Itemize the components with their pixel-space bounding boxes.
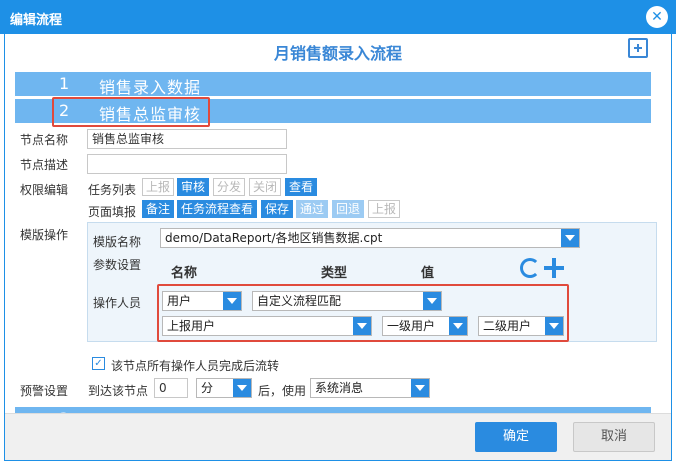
step-1[interactable]: 1 销售录入数据: [15, 72, 651, 97]
task-report-button[interactable]: 上报: [142, 178, 175, 196]
dialog-title: 编辑流程: [10, 13, 63, 28]
fill-remark-button[interactable]: 备注: [142, 200, 175, 218]
add-param-icon[interactable]: [544, 258, 564, 278]
add-panel-icon[interactable]: [628, 38, 648, 58]
dialog-footer: 确定 取消: [5, 413, 671, 460]
node-name-label: 节点名称: [20, 133, 69, 147]
warning-unit-select[interactable]: 分: [196, 378, 252, 398]
flow-after-all-checkbox[interactable]: ✓: [92, 357, 105, 370]
node-name-input[interactable]: 销售总监审核: [87, 129, 287, 149]
ok-button[interactable]: 确定: [475, 422, 557, 452]
task-close-button[interactable]: 关闭: [249, 178, 282, 196]
template-name-value: demo/DataReport/各地区销售数据.cpt: [165, 231, 383, 245]
warning-after-label: 后，使用: [258, 384, 307, 398]
node-desc-label: 节点描述: [20, 158, 69, 172]
permissions-label: 权限编辑: [20, 183, 69, 197]
template-name-select[interactable]: demo/DataReport/各地区销售数据.cpt: [160, 228, 580, 248]
fill-report-button[interactable]: 上报: [368, 200, 401, 218]
fill-flow-view-button[interactable]: 任务流程查看: [177, 200, 258, 218]
warning-method-select[interactable]: 系统消息: [310, 378, 430, 398]
operator-label: 操作人员: [93, 296, 142, 310]
template-name-label: 模版名称: [93, 235, 142, 249]
step-label: 销售录入数据: [99, 78, 202, 97]
task-review-button[interactable]: 审核: [177, 178, 210, 196]
chevron-down-icon: [411, 379, 429, 397]
fill-save-button[interactable]: 保存: [261, 200, 294, 218]
task-list-label: 任务列表: [88, 183, 137, 197]
params-label: 参数设置: [93, 258, 142, 272]
refresh-icon[interactable]: [520, 258, 540, 278]
col-value: 值: [421, 266, 435, 281]
warning-reach-label: 到达该节点: [88, 384, 149, 398]
warning-label: 预警设置: [20, 384, 69, 398]
task-distribute-button[interactable]: 分发: [213, 178, 246, 196]
fill-pass-button[interactable]: 通过: [296, 200, 329, 218]
template-op-label: 模版操作: [20, 228, 69, 242]
page-fill-label: 页面填报: [88, 205, 137, 219]
col-name: 名称: [171, 266, 198, 281]
dialog-titlebar: 编辑流程 ✕: [0, 0, 676, 34]
col-type: 类型: [321, 266, 348, 281]
warning-value-input[interactable]: 0: [154, 378, 188, 398]
warning-unit-value: 分: [201, 381, 214, 395]
step-highlight: [52, 97, 210, 127]
step-number: 1: [59, 74, 70, 93]
close-icon[interactable]: ✕: [646, 6, 668, 28]
fill-rollback-button[interactable]: 回退: [332, 200, 365, 218]
chevron-down-icon: [233, 379, 251, 397]
warning-method-value: 系统消息: [315, 381, 364, 395]
task-view-button[interactable]: 查看: [285, 178, 318, 196]
operator-highlight: [157, 284, 569, 342]
cancel-button[interactable]: 取消: [573, 422, 655, 452]
form-title: 月销售额录入流程: [273, 44, 402, 63]
node-desc-input[interactable]: [87, 154, 287, 174]
flow-after-all-label: 该节点所有操作人员完成后流转: [111, 359, 280, 373]
chevron-down-icon: [561, 229, 579, 247]
